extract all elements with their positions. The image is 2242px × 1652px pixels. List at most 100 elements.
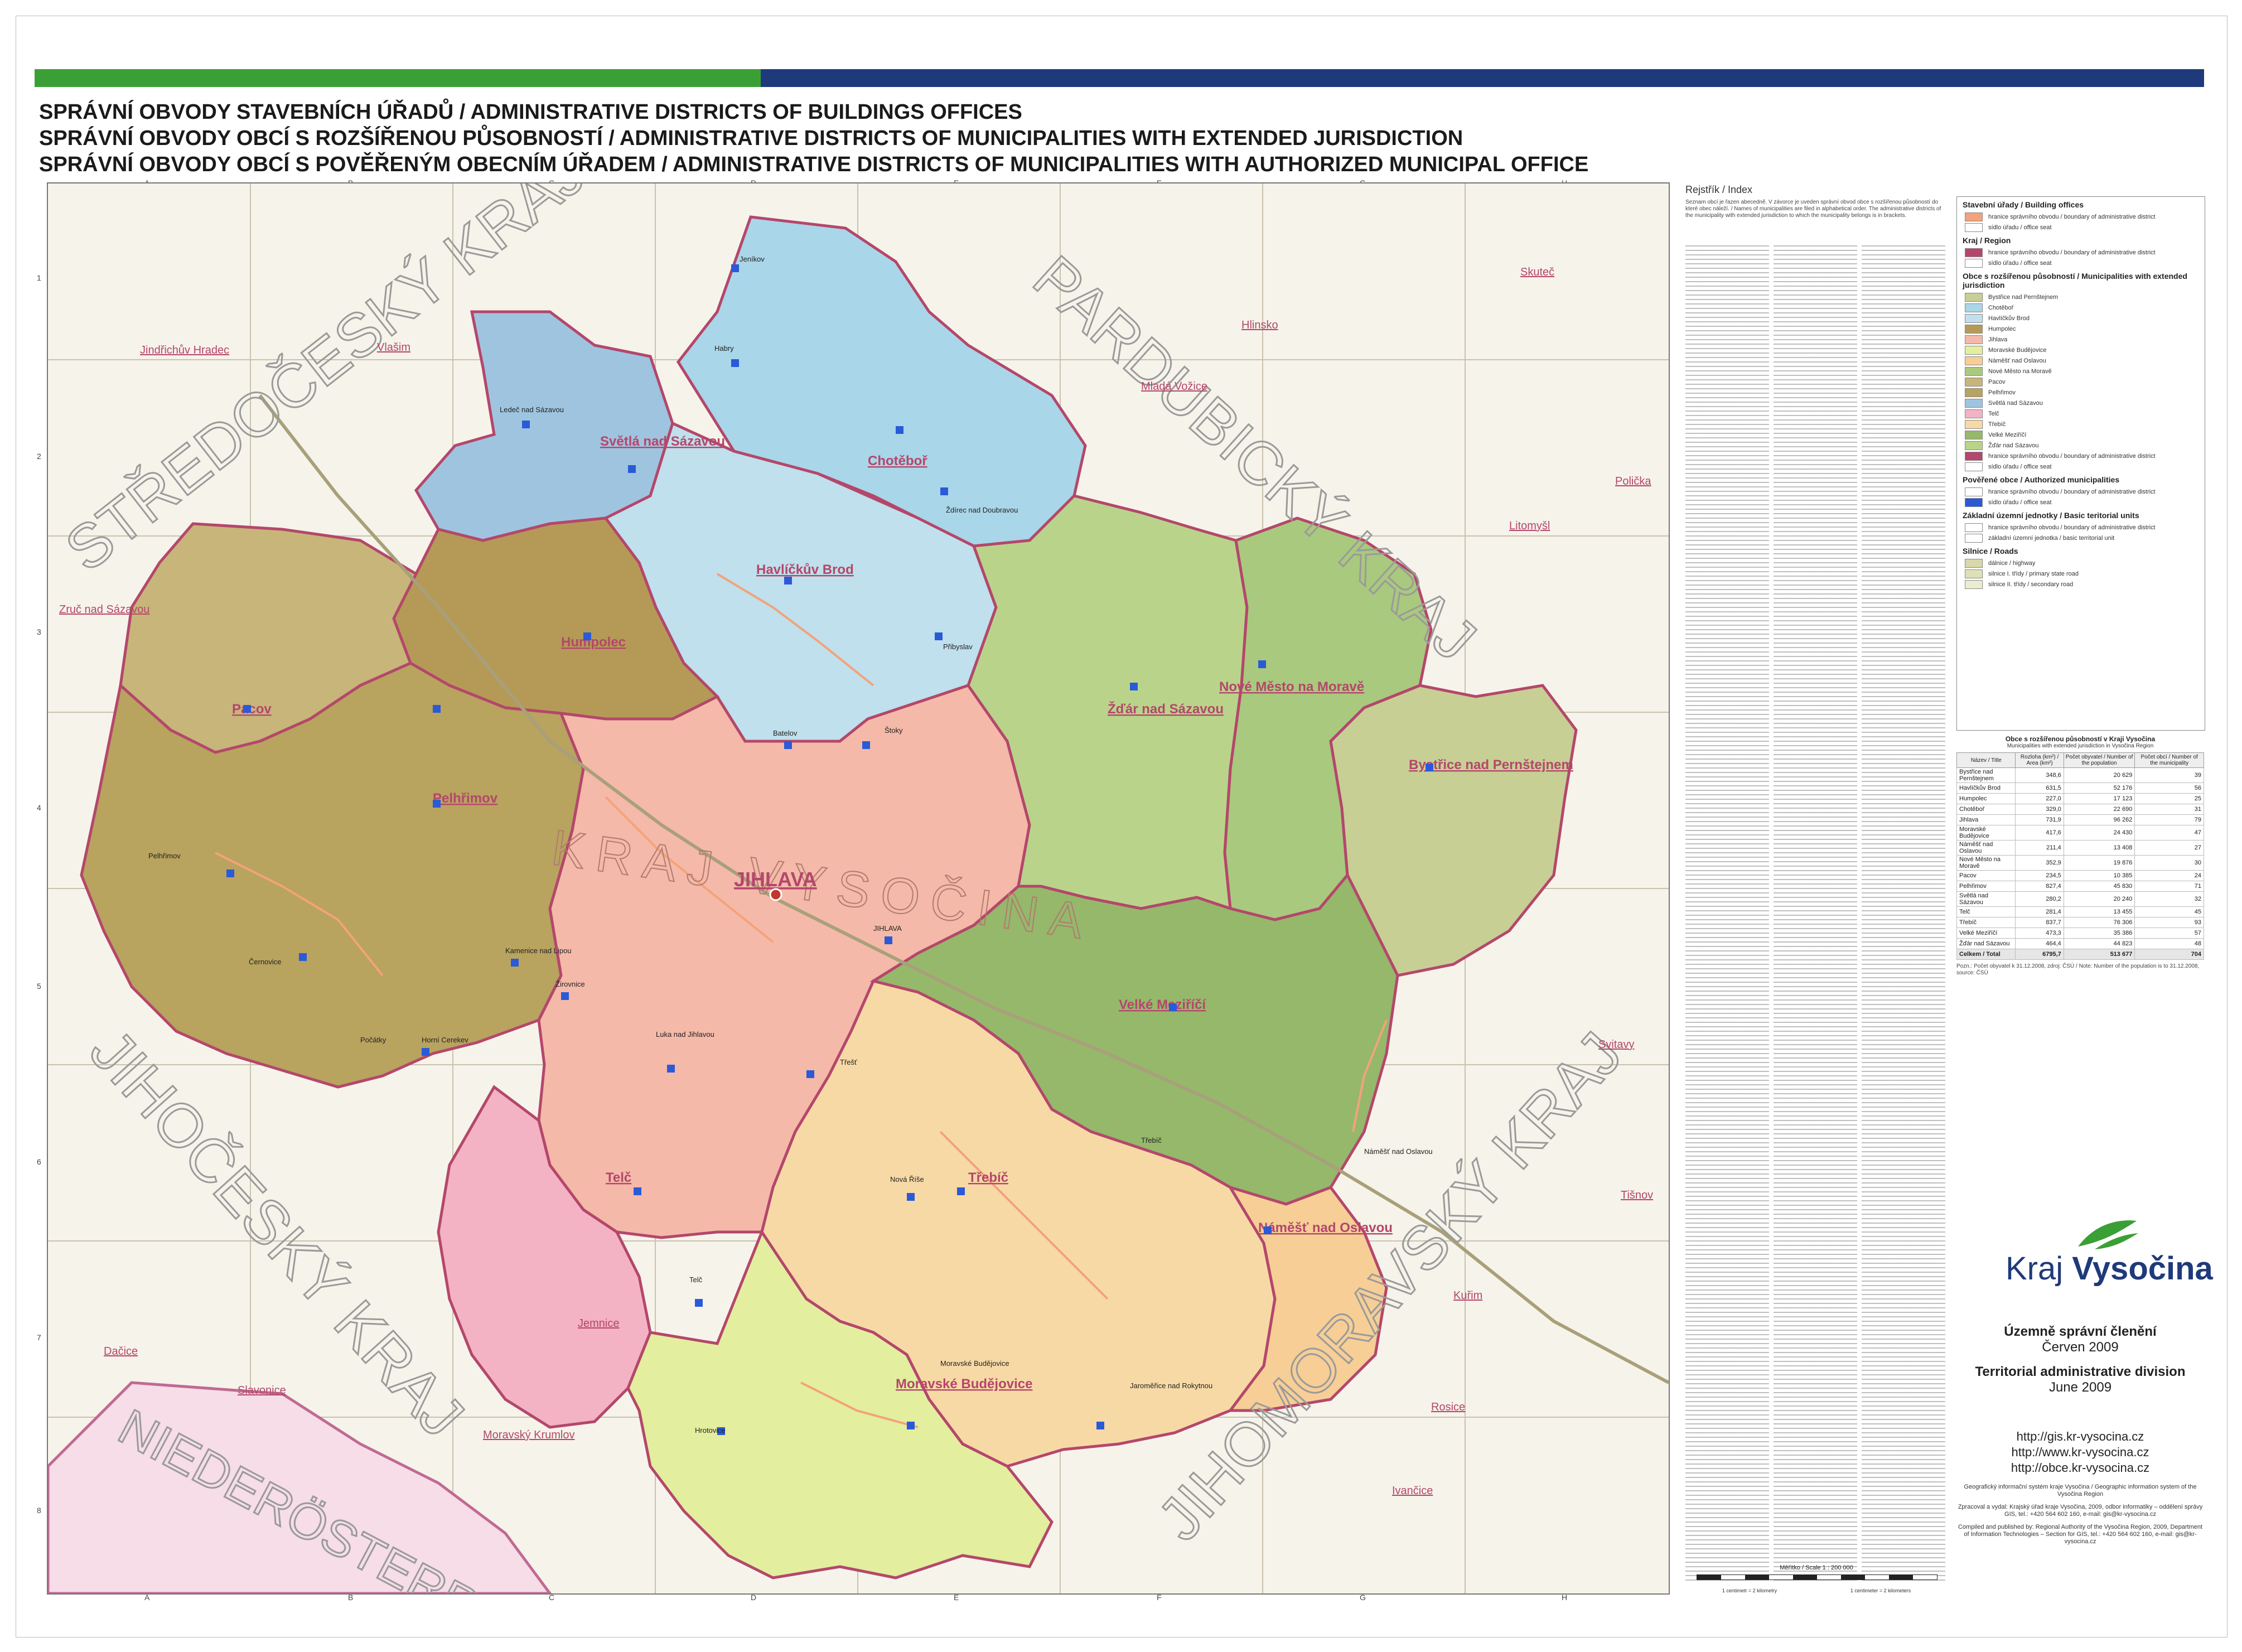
- town-jindrichuv-hradec: Dačice: [104, 1345, 138, 1358]
- en-title: Territorial administrative division: [1975, 1364, 2186, 1379]
- seat-zdar[interactable]: Žďár nad Sázavou: [1108, 701, 1224, 717]
- legend-item-label: Chotěboř: [1988, 304, 2014, 311]
- url-gis[interactable]: http://gis.kr-vysocina.cz: [1956, 1429, 2204, 1445]
- legend-swatch: [1965, 497, 1983, 507]
- stats-cell: Třebíč: [1956, 917, 2016, 928]
- stats-title: Obce s rozšířenou působností v Kraji Vys…: [2005, 735, 2156, 743]
- stats-row: Náměšť nad Oslavou 211,4 13 408 27: [1956, 840, 2204, 856]
- legend-box: Stavební úřady / Building offices hranice…: [1956, 196, 2205, 731]
- legend-item-label: Náměšť nad Oslavou: [1988, 357, 2046, 364]
- stats-cell: 52 176: [2063, 782, 2135, 794]
- legend-swatch: [1965, 335, 1983, 344]
- town-kamenice: Černovice: [249, 958, 282, 966]
- legend-item: hranice správního obvodu / boundary of a…: [1965, 451, 2205, 461]
- stats-cell: 39: [2134, 767, 2204, 783]
- url-obce[interactable]: http://obce.kr-vysocina.cz: [1956, 1460, 2204, 1476]
- seat-telc[interactable]: Telč: [606, 1170, 631, 1185]
- legend-item: silnice II. třídy / secondary road: [1965, 579, 2205, 590]
- stats-cell: Chotěboř: [1956, 804, 2016, 815]
- town-velka-bites: Náměšť nad Oslavou: [1364, 1147, 1433, 1156]
- index-column-1: [1685, 245, 1769, 1584]
- stats-cell: 57: [2134, 928, 2204, 939]
- stats-header-population: Počet obyvatel / Number of the populatio…: [2063, 752, 2135, 768]
- seat-humpolec[interactable]: Humpolec: [561, 635, 626, 650]
- town-litomysl: Skuteč: [1520, 266, 1554, 278]
- stats-total-row: Celkem / Total 6795,7 513 677 704: [1956, 949, 2204, 960]
- seat-pacov[interactable]: Pacov: [232, 702, 272, 717]
- town-moravsky-krumlov: Ivančice: [1392, 1485, 1433, 1497]
- town-rosice: Kuřim: [1453, 1289, 1482, 1302]
- stats-cell: 13 455: [2063, 906, 2135, 917]
- town-kurim: Tišnov: [1621, 1189, 1653, 1201]
- legend-heading: Kraj / Region: [1963, 236, 2011, 245]
- town-luka: JIHLAVA: [873, 924, 902, 933]
- seat-trebic[interactable]: Třebíč: [968, 1170, 1008, 1185]
- stats-row: Světlá nad Sázavou 280,2 20 240 32: [1956, 891, 2204, 907]
- legend-item-label: Pelhřimov: [1988, 389, 2016, 396]
- legend-swatch: [1965, 533, 1983, 543]
- kraj-vysocina-logo: Kraj Vysočina: [2006, 1219, 2213, 1291]
- legend-item: dálnice / highway: [1965, 558, 2205, 568]
- seat-velke-mezirici[interactable]: Velké Meziříčí: [1119, 997, 1206, 1012]
- legend-swatch: [1965, 430, 1983, 439]
- stats-cell: Žďár nad Sázavou: [1956, 938, 2016, 949]
- legend-swatch: [1965, 356, 1983, 365]
- legend-swatch: [1965, 303, 1983, 312]
- seat-moravske-budejovice[interactable]: Moravské Budějovice: [896, 1376, 1032, 1392]
- legend-item: Jihlava: [1965, 334, 2205, 345]
- stats-row: Bystřice nad Pernštejnem 348,6 20 629 39: [1956, 767, 2204, 783]
- stats-cell: 25: [2134, 793, 2204, 804]
- map-svg: STŘEDOČESKÝ KRAJ PARDUBICKÝ KRAJ JIHOČES…: [48, 183, 1669, 1593]
- stats-row: Třebíč 837,7 76 306 93: [1956, 917, 2204, 928]
- legend-item-label: základní územní jednotka / basic territo…: [1988, 534, 2115, 542]
- legend-item: Chotěboř: [1965, 302, 2205, 313]
- legend-item-label: silnice II. třídy / secondary road: [1988, 581, 2074, 588]
- stats-cell: Humpolec: [1956, 793, 2016, 804]
- district-pelhrimov[interactable]: [80, 661, 585, 1089]
- stats-cell: 13 408: [2063, 840, 2135, 856]
- legend-item: silnice I. třídy / primary state road: [1965, 568, 2205, 579]
- legend-heading: Silnice / Roads: [1963, 547, 2018, 556]
- stats-cell: 31: [2134, 804, 2204, 815]
- stats-cell: Velké Meziříčí: [1956, 928, 2016, 939]
- legend-swatch: [1965, 462, 1983, 471]
- stats-cell: 35 386: [2063, 928, 2135, 939]
- seat-pelhrimov[interactable]: Pelhřimov: [433, 791, 498, 806]
- url-www[interactable]: http://www.kr-vysocina.cz: [1956, 1445, 2204, 1460]
- title-line-3: SPRÁVNÍ OBVODY OBCÍ S POVĚŘENÝM OBECNÍM …: [39, 153, 1589, 176]
- town-zdirec: Ždírec nad Doubravou: [946, 506, 1018, 514]
- legend-swatch: [1965, 313, 1983, 323]
- seat-namest[interactable]: Náměšť nad Oslavou: [1258, 1220, 1393, 1235]
- stats-cell: 27: [2134, 840, 2204, 856]
- stats-cell: 417,6: [2015, 825, 2064, 841]
- stats-cell: 96 262: [2063, 814, 2135, 825]
- capital-label[interactable]: JIHLAVA: [734, 868, 817, 891]
- credits-compiled-cz: Zpracoval a vydal: Krajský úřad kraje Vy…: [1958, 1504, 2203, 1518]
- scale-note-en: 1 centimeter = 2 kilometers: [1850, 1588, 1911, 1593]
- stats-row: Jihlava 731,9 96 262 79: [1956, 814, 2204, 825]
- legend-swatch: [1965, 579, 1983, 589]
- legend-item-label: Jihlava: [1988, 336, 2008, 343]
- legend-item: Humpolec: [1965, 323, 2205, 334]
- map-area[interactable]: STŘEDOČESKÝ KRAJ PARDUBICKÝ KRAJ JIHOČES…: [47, 182, 1670, 1595]
- stats-cell: 30: [2134, 855, 2204, 871]
- town-svitavy: Polička: [1615, 475, 1651, 487]
- stats-cell: 32: [2134, 891, 2204, 907]
- town-habry: Habry: [714, 344, 734, 352]
- stats-cell: 17 123: [2063, 793, 2135, 804]
- stats-cell: 19 876: [2063, 855, 2135, 871]
- stats-cell: 24: [2134, 870, 2204, 881]
- legend-heading: Základní územní jednotky / Basic teritor…: [1963, 511, 2139, 520]
- stats-cell: 211,4: [2015, 840, 2064, 856]
- stats-cell: 473,3: [2015, 928, 2064, 939]
- legend-item-label: sídlo úřadu / office seat: [1988, 463, 2052, 470]
- seat-nove-mesto[interactable]: Nové Město na Moravě: [1219, 679, 1364, 694]
- seat-bystrice[interactable]: Bystřice nad Pernštejnem: [1409, 757, 1573, 772]
- seat-chotebor[interactable]: Chotěboř: [868, 453, 927, 468]
- town-jemnice: Hrotovice: [695, 1426, 726, 1434]
- stats-cell: 20 240: [2063, 891, 2135, 907]
- legend-item-label: Žďár nad Sázavou: [1988, 442, 2039, 449]
- seat-svetla[interactable]: Světlá nad Sázavou: [600, 434, 725, 449]
- legend-item-label: hranice správního obvodu / boundary of a…: [1988, 488, 2156, 495]
- seat-havlickuv-brod[interactable]: Havlíčkův Brod: [756, 562, 854, 577]
